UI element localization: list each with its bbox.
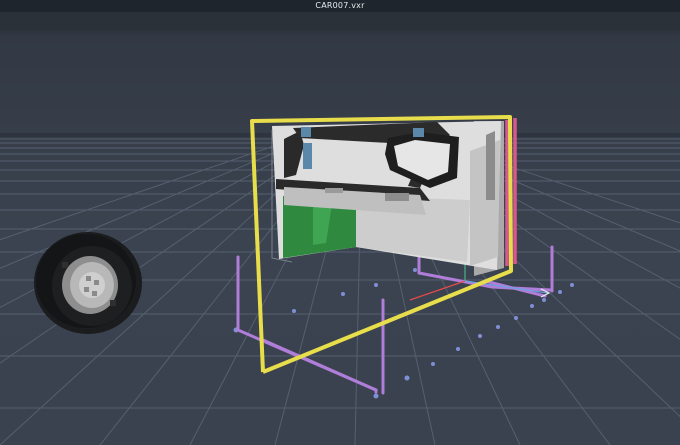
title-bar: CAR007.vxr bbox=[0, 0, 680, 12]
wheel-object[interactable] bbox=[34, 232, 142, 334]
window-title: CAR007.vxr bbox=[315, 1, 365, 10]
viewport-canvas[interactable] bbox=[0, 36, 680, 445]
toolbar-strip bbox=[0, 12, 680, 32]
3d-viewport[interactable] bbox=[0, 36, 680, 445]
